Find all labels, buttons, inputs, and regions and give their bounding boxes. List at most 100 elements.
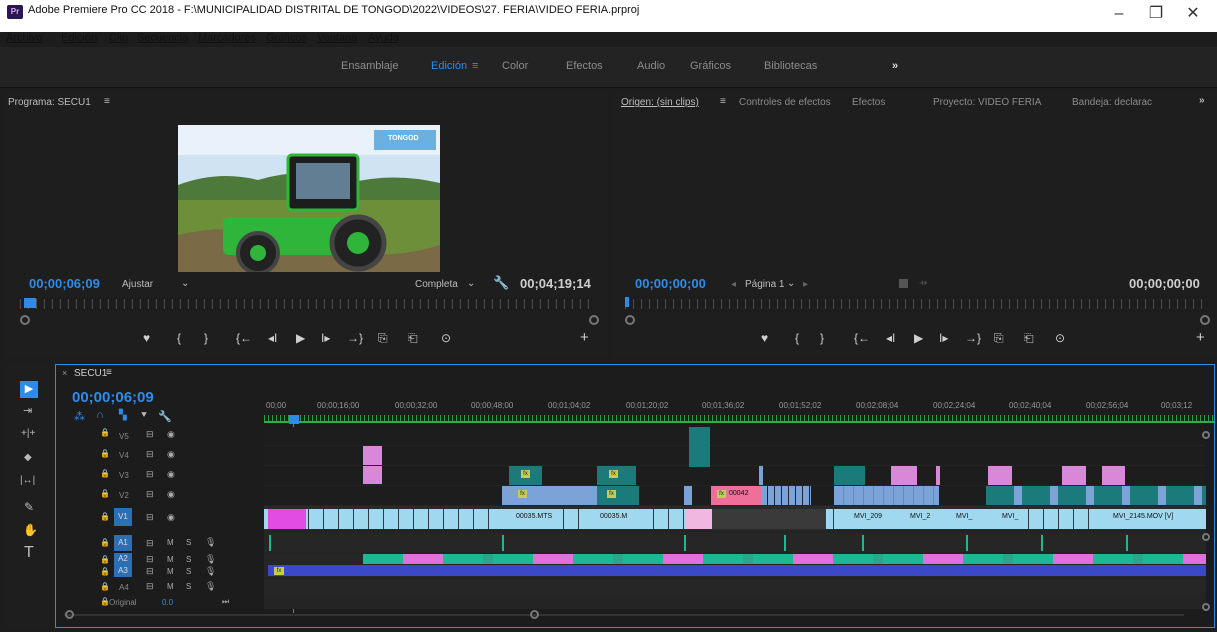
clip-v3-teal-a[interactable]: fx bbox=[509, 466, 542, 485]
vscroll-top-handle[interactable] bbox=[1202, 431, 1210, 439]
clip-v2-blue-c[interactable] bbox=[761, 486, 811, 505]
source-add-button[interactable]: + bbox=[1196, 329, 1205, 346]
vscroll-bottom-handle[interactable] bbox=[1202, 603, 1210, 611]
work-area-bar[interactable] bbox=[264, 421, 1214, 423]
source-timecode[interactable]: 00;00;00;00 bbox=[635, 276, 706, 291]
clip-v1-pink[interactable] bbox=[686, 509, 712, 529]
clip-v3-pink-d[interactable] bbox=[988, 466, 1012, 485]
source-playhead[interactable] bbox=[625, 297, 629, 307]
clip-v3-pink-c[interactable] bbox=[936, 466, 940, 485]
hand-tool-icon[interactable]: ✋ bbox=[23, 523, 38, 537]
snap-magnet-icon[interactable]: ∩ bbox=[96, 409, 104, 421]
add-marker-button[interactable]: ♥ bbox=[143, 331, 150, 345]
program-add-button[interactable]: + bbox=[580, 329, 589, 346]
tab-bandeja[interactable]: Bandeja: declarac bbox=[1072, 97, 1152, 108]
workspace-graficos[interactable]: Gráficos bbox=[690, 60, 731, 72]
v5-sync-icon[interactable]: ⊟ bbox=[146, 429, 154, 440]
source-add-marker-button[interactable]: ♥ bbox=[761, 331, 768, 345]
clip-v1-mvi-a[interactable]: MVI_ bbox=[942, 509, 986, 529]
source-step-back-button[interactable]: ◂I bbox=[886, 331, 895, 345]
a3-sync-icon[interactable]: ⊟ bbox=[146, 566, 154, 577]
a4-lock-icon[interactable]: 🔒 bbox=[100, 582, 110, 591]
clip-v1-magenta[interactable] bbox=[268, 509, 306, 529]
clip-v3-blue-a[interactable] bbox=[759, 466, 763, 485]
menu-edicion[interactable]: Edición bbox=[61, 32, 97, 44]
a3-solo-button[interactable]: S bbox=[186, 567, 191, 576]
clip-v2-blue-b[interactable] bbox=[684, 486, 692, 505]
v3-sync-icon[interactable]: ⊟ bbox=[146, 469, 154, 480]
workspace-more-icon[interactable]: » bbox=[892, 60, 898, 72]
v1-sync-icon[interactable]: ⊟ bbox=[146, 512, 154, 523]
source-go-to-in-button[interactable]: {← bbox=[854, 331, 870, 345]
a2-mute-button[interactable]: M bbox=[167, 555, 174, 564]
source-step-forward-button[interactable]: I▸ bbox=[939, 331, 948, 345]
linked-selection-icon[interactable]: ▚ bbox=[119, 410, 127, 421]
lift-button[interactable]: ⎘ bbox=[378, 331, 388, 346]
slip-tool-icon[interactable]: |↔| bbox=[20, 475, 35, 486]
insert-button[interactable]: ⎘ bbox=[994, 331, 1004, 346]
clip-v1-mvi-2[interactable]: MVI_2 bbox=[896, 509, 940, 529]
menu-ventana[interactable]: Ventana bbox=[317, 32, 357, 44]
a4-sync-icon[interactable]: ⊟ bbox=[146, 581, 154, 592]
selection-tool-icon[interactable]: ▶ bbox=[20, 381, 38, 398]
pen-tool-icon[interactable]: ✎ bbox=[24, 500, 34, 514]
timeline-ruler[interactable]: 00;00 00;00;16;00 00;00;32;00 00;00;48;0… bbox=[264, 389, 1214, 427]
menu-clip[interactable]: Clip bbox=[109, 32, 128, 44]
program-timecode[interactable]: 00;00;06;09 bbox=[29, 276, 100, 291]
restore-button[interactable]: ❐ bbox=[1138, 2, 1174, 26]
minimize-button[interactable]: – bbox=[1101, 2, 1137, 26]
program-monitor-title[interactable]: Programa: SECU1 bbox=[8, 97, 91, 108]
a1-sync-icon[interactable]: ⊟ bbox=[146, 538, 154, 549]
a4-mic-icon[interactable]: 🎙 bbox=[205, 581, 216, 592]
source-zoom-left-handle[interactable] bbox=[625, 315, 635, 325]
source-more-icon[interactable]: » bbox=[1199, 95, 1205, 106]
source-mark-in-button[interactable]: { bbox=[795, 331, 799, 345]
clip-v3-pink-f[interactable] bbox=[1102, 466, 1125, 485]
workspace-edicion[interactable]: Edición bbox=[431, 60, 467, 72]
timeline-scrollbar[interactable] bbox=[64, 614, 1184, 616]
track-select-tool-icon[interactable]: ⇥ bbox=[23, 404, 32, 417]
v2-sync-icon[interactable]: ⊟ bbox=[146, 489, 154, 500]
clip-v5-teal[interactable] bbox=[689, 427, 710, 467]
go-to-out-button[interactable]: →} bbox=[347, 331, 363, 345]
overwrite-button[interactable]: ⎗ bbox=[1024, 331, 1034, 346]
nest-icon[interactable]: ⁂ bbox=[74, 410, 85, 423]
play-button[interactable]: ▶ bbox=[296, 331, 305, 345]
step-back-button[interactable]: ◂I bbox=[268, 331, 277, 345]
workspace-color[interactable]: Color bbox=[502, 60, 528, 72]
extract-button[interactable]: ⎗ bbox=[408, 331, 418, 346]
program-zoom-right-handle[interactable] bbox=[589, 315, 599, 325]
v2-lock-icon[interactable]: 🔒 bbox=[100, 489, 110, 498]
clip-v1-00035-a[interactable]: 00035.MTS bbox=[502, 509, 562, 529]
program-playhead[interactable] bbox=[24, 298, 36, 308]
menu-ayuda[interactable]: Ayuda bbox=[368, 32, 399, 44]
timeline-settings-icon[interactable]: 🔧 bbox=[158, 410, 172, 423]
clip-v3-teal-b[interactable]: fx bbox=[597, 466, 636, 485]
quality-chevron-icon[interactable]: ⌄ bbox=[467, 278, 475, 289]
a4-mute-button[interactable]: M bbox=[167, 582, 174, 591]
a3-audio-clip[interactable] bbox=[268, 565, 1206, 576]
tab-controles-efectos[interactable]: Controles de efectos bbox=[739, 97, 831, 108]
timeline-timecode[interactable]: 00;00;06;09 bbox=[72, 389, 154, 406]
page-chevron-icon[interactable]: ⌄ bbox=[787, 278, 795, 289]
a4-solo-button[interactable]: S bbox=[186, 582, 191, 591]
a1-solo-button[interactable]: S bbox=[186, 538, 191, 547]
v4-lock-icon[interactable]: 🔒 bbox=[100, 449, 110, 458]
source-zoom-right-handle[interactable] bbox=[1200, 315, 1210, 325]
track-header-v3[interactable]: 🔒 V3 ⊟ ◉ bbox=[56, 465, 264, 485]
prev-page-icon[interactable]: ◂ bbox=[731, 279, 736, 290]
a2-lock-icon[interactable]: 🔒 bbox=[100, 555, 110, 564]
a1-lock-icon[interactable]: 🔒 bbox=[100, 538, 110, 547]
export-frame-button[interactable]: ⊙ bbox=[441, 331, 451, 345]
sequence-tab[interactable]: SECU1 bbox=[74, 368, 107, 379]
track-header-v2[interactable]: 🔒 V2 ⊟ ◉ bbox=[56, 485, 264, 505]
source-page-select[interactable]: Página 1 bbox=[745, 279, 784, 290]
v4-sync-icon[interactable]: ⊟ bbox=[146, 449, 154, 460]
a2-mic-icon[interactable]: 🎙 bbox=[205, 554, 216, 565]
clip-v1-mvi-209[interactable]: MVI_209 bbox=[840, 509, 894, 529]
close-window-button[interactable]: ✕ bbox=[1175, 2, 1211, 26]
program-zoom-left-handle[interactable] bbox=[20, 315, 30, 325]
clip-v2-blue-a[interactable]: fx bbox=[502, 486, 602, 505]
v1-lock-icon[interactable]: 🔒 bbox=[100, 512, 110, 521]
source-menu-icon[interactable]: ≡ bbox=[720, 96, 726, 107]
